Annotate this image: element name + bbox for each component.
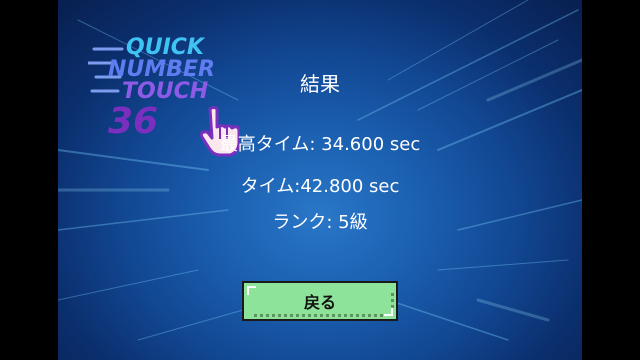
button-edge-right: [391, 293, 394, 309]
best-time-text: 最高タイム: 34.600 sec: [219, 134, 421, 155]
back-button[interactable]: 戻る: [242, 281, 398, 321]
result-title: 結果: [300, 72, 340, 96]
rank-text: ランク: 5級: [272, 212, 368, 233]
letterbox-right: [582, 0, 640, 360]
button-corner-top-left: [247, 286, 256, 295]
button-edge-bottom: [254, 314, 386, 317]
letterbox-left: [0, 0, 58, 360]
time-text: タイム:42.800 sec: [240, 176, 400, 197]
back-button-label: 戻る: [303, 293, 336, 312]
game-screen: QUICK NUMBER TOUCH 36 結果 最高タイム: 34.600 s…: [58, 0, 582, 360]
